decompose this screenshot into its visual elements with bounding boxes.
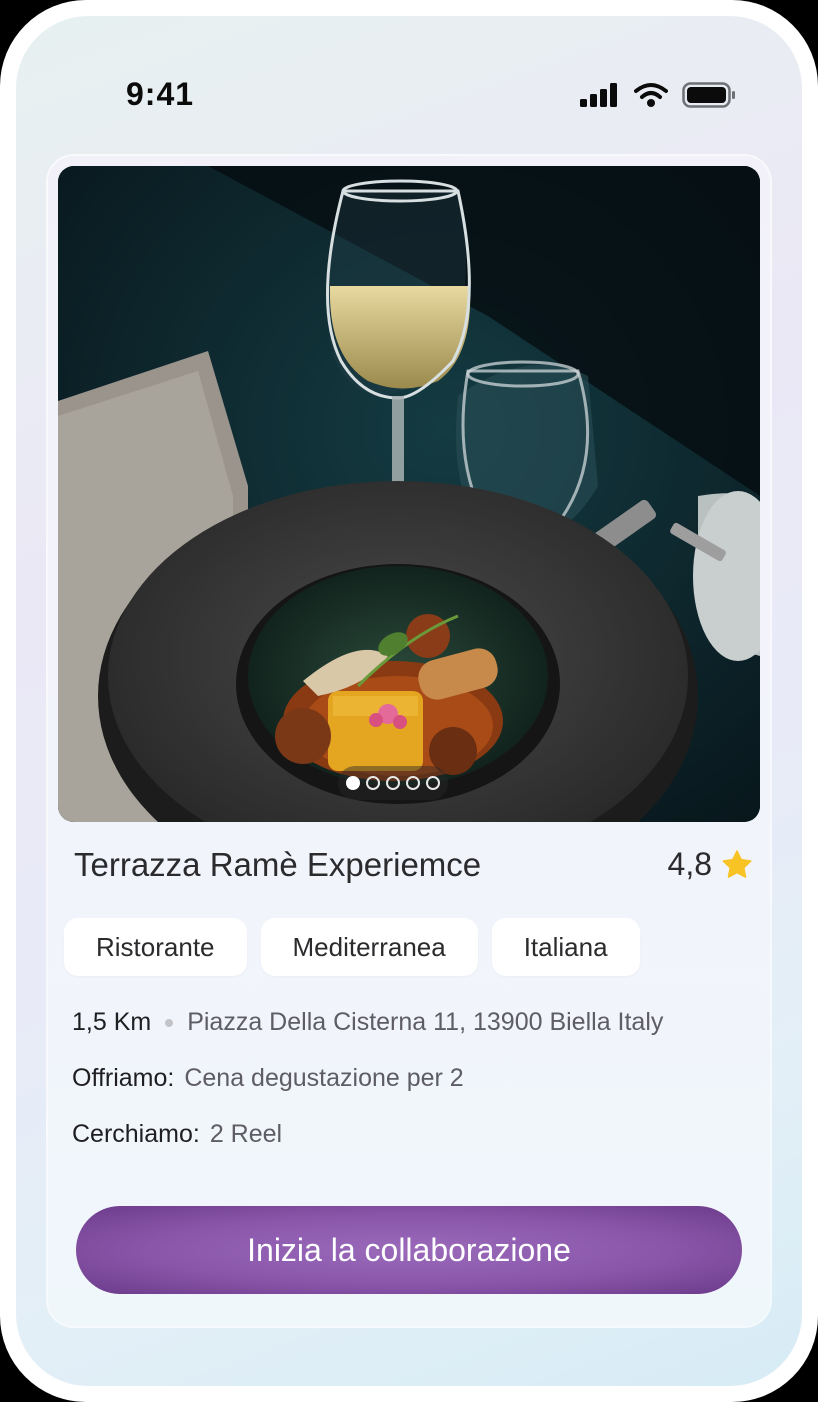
distance: 1,5 Km — [72, 1008, 152, 1036]
offer-row: Offriamo: Cena degustazione per 2 — [72, 1064, 464, 1093]
address: Piazza Della Cisterna 11, 13900 Biella I… — [187, 1008, 664, 1036]
carousel-dot[interactable] — [406, 776, 420, 790]
seek-label: Cerchiamo: — [72, 1120, 200, 1148]
star-icon — [722, 849, 752, 878]
rating-value: 4,8 — [667, 846, 712, 882]
carousel-dot[interactable] — [366, 776, 380, 790]
status-time: 9:41 — [126, 76, 195, 112]
dish-illustration — [58, 166, 760, 822]
carousel-dot[interactable] — [426, 776, 440, 790]
restaurant-card[interactable]: Terrazza Ramè Experiemce 4,8 Ristorante … — [48, 156, 770, 1326]
seek-value: 2 Reel — [209, 1120, 283, 1148]
carousel-indicator[interactable] — [338, 766, 448, 800]
tag-ristorante[interactable]: Ristorante — [64, 918, 247, 976]
status-icons — [580, 82, 736, 108]
offer-label: Offriamo: — [72, 1064, 175, 1092]
seek-row: Cerchiamo: 2 Reel — [72, 1120, 282, 1149]
rating: 4,8 — [668, 846, 754, 883]
status-bar: 9:41 — [16, 16, 802, 146]
phone-frame: 9:41 Terrazza Ramè Experiemce 4,8 Ristor… — [0, 0, 818, 1402]
carousel-dot[interactable] — [346, 776, 360, 790]
location-row: 1,5 Km Piazza Della Cisterna 11, 13900 B… — [72, 1008, 663, 1037]
cuisine-tags: Ristorante Mediterranea Italiana — [64, 918, 640, 976]
wifi-icon — [634, 83, 668, 107]
tag-italiana[interactable]: Italiana — [491, 918, 640, 976]
restaurant-photo[interactable] — [58, 166, 760, 822]
restaurant-title: Terrazza Ramè Experiemce — [74, 846, 482, 883]
battery-icon — [682, 82, 735, 108]
carousel-dot[interactable] — [386, 776, 400, 790]
offer-value: Cena degustazione per 2 — [184, 1064, 464, 1092]
start-collaboration-button[interactable]: Inizia la collaborazione — [76, 1206, 742, 1294]
screen: 9:41 Terrazza Ramè Experiemce 4,8 Ristor… — [16, 16, 802, 1386]
tag-mediterranea[interactable]: Mediterranea — [260, 918, 478, 976]
separator-dot — [165, 1018, 174, 1027]
cellular-signal-icon — [580, 83, 617, 107]
